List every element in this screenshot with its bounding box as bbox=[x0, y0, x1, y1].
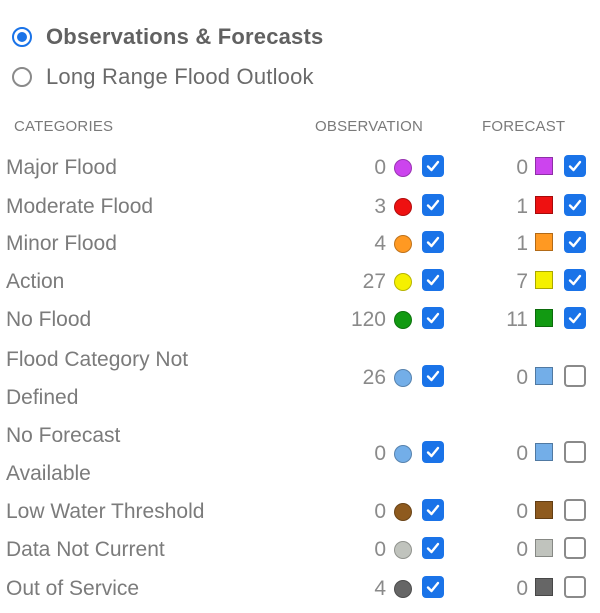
checkmark-icon bbox=[568, 274, 582, 286]
observation-marker-circle-icon bbox=[394, 541, 412, 559]
forecast-count: 0 bbox=[516, 442, 528, 465]
radio-label: Long Range Flood Outlook bbox=[46, 64, 314, 89]
observation-marker-circle-icon bbox=[394, 369, 412, 387]
observation-marker-circle-icon bbox=[394, 311, 412, 329]
observation-checkbox[interactable] bbox=[422, 499, 444, 521]
observation-count: 0 bbox=[374, 500, 386, 523]
checkmark-icon bbox=[426, 542, 440, 554]
forecast-checkbox[interactable] bbox=[564, 499, 586, 521]
radio-label: Observations & Forecasts bbox=[46, 24, 324, 49]
observation-count: 26 bbox=[362, 366, 386, 389]
forecast-count: 0 bbox=[516, 366, 528, 389]
observation-count: 120 bbox=[350, 308, 386, 331]
radio-long-range-flood-outlook[interactable]: Long Range Flood Outlook bbox=[12, 64, 314, 90]
category-label-line1: Flood Category Not bbox=[6, 348, 189, 371]
category-label-line1: No Forecast bbox=[6, 424, 121, 447]
checkmark-icon bbox=[426, 581, 440, 593]
observation-count: 0 bbox=[374, 538, 386, 561]
category-label: Out of Service bbox=[6, 577, 140, 600]
forecast-count: 0 bbox=[516, 577, 528, 600]
forecast-checkbox[interactable] bbox=[564, 537, 586, 559]
observation-marker-circle-icon bbox=[394, 273, 412, 291]
observation-count: 4 bbox=[374, 232, 386, 255]
forecast-checkbox[interactable] bbox=[564, 365, 586, 387]
header-observation: OBSERVATION bbox=[315, 118, 424, 135]
observation-checkbox[interactable] bbox=[422, 307, 444, 329]
category-label: No Flood bbox=[6, 308, 92, 331]
observation-marker-circle-icon bbox=[394, 235, 412, 253]
checkmark-icon bbox=[426, 312, 440, 324]
forecast-checkbox[interactable] bbox=[564, 269, 586, 291]
forecast-marker-square-icon bbox=[535, 578, 553, 596]
forecast-marker-square-icon bbox=[535, 367, 553, 385]
observation-count: 0 bbox=[374, 156, 386, 179]
checkmark-icon bbox=[426, 199, 440, 211]
forecast-count: 0 bbox=[516, 500, 528, 523]
category-label-line2: Available bbox=[6, 462, 91, 485]
observation-checkbox[interactable] bbox=[422, 194, 444, 216]
observation-marker-circle-icon bbox=[394, 580, 412, 598]
forecast-checkbox[interactable] bbox=[564, 307, 586, 329]
observation-marker-circle-icon bbox=[394, 445, 412, 463]
forecast-count: 7 bbox=[516, 270, 528, 293]
observation-count: 0 bbox=[374, 442, 386, 465]
category-label: Action bbox=[6, 270, 65, 293]
observation-marker-circle-icon bbox=[394, 503, 412, 521]
checkmark-icon bbox=[426, 370, 440, 382]
category-label: Moderate Flood bbox=[6, 195, 154, 218]
observation-checkbox[interactable] bbox=[422, 537, 444, 559]
observation-count: 4 bbox=[374, 577, 386, 600]
forecast-checkbox[interactable] bbox=[564, 194, 586, 216]
header-forecast: FORECAST bbox=[482, 118, 566, 135]
forecast-marker-square-icon bbox=[535, 539, 553, 557]
forecast-marker-square-icon bbox=[535, 196, 553, 214]
checkmark-icon bbox=[568, 236, 582, 248]
forecast-count: 11 bbox=[506, 308, 528, 331]
forecast-count: 1 bbox=[516, 232, 528, 255]
forecast-marker-square-icon bbox=[535, 309, 553, 327]
forecast-count: 0 bbox=[516, 538, 528, 561]
header-categories: CATEGORIES bbox=[14, 118, 114, 135]
checkmark-icon bbox=[426, 274, 440, 286]
forecast-marker-square-icon bbox=[535, 233, 553, 251]
observation-count: 27 bbox=[362, 270, 386, 293]
checkmark-icon bbox=[426, 446, 440, 458]
forecast-marker-square-icon bbox=[535, 501, 553, 519]
forecast-marker-square-icon bbox=[535, 443, 553, 461]
observation-checkbox[interactable] bbox=[422, 441, 444, 463]
forecast-checkbox[interactable] bbox=[564, 441, 586, 463]
forecast-count: 1 bbox=[516, 195, 528, 218]
observation-checkbox[interactable] bbox=[422, 365, 444, 387]
checkmark-icon bbox=[568, 160, 582, 172]
checkmark-icon bbox=[426, 160, 440, 172]
checkmark-icon bbox=[568, 199, 582, 211]
category-label-line2: Defined bbox=[6, 386, 79, 409]
observation-marker-circle-icon bbox=[394, 198, 412, 216]
observation-checkbox[interactable] bbox=[422, 155, 444, 177]
forecast-checkbox[interactable] bbox=[564, 576, 586, 598]
observation-count: 3 bbox=[374, 195, 386, 218]
observation-checkbox[interactable] bbox=[422, 269, 444, 291]
radio-selected-icon[interactable] bbox=[12, 27, 32, 47]
category-label: Major Flood bbox=[6, 156, 117, 179]
checkmark-icon bbox=[426, 236, 440, 248]
radio-unselected-icon[interactable] bbox=[12, 67, 32, 87]
checkmark-icon bbox=[426, 504, 440, 516]
checkmark-icon bbox=[568, 312, 582, 324]
radio-observations-forecasts[interactable]: Observations & Forecasts bbox=[12, 24, 323, 50]
observation-checkbox[interactable] bbox=[422, 576, 444, 598]
forecast-checkbox[interactable] bbox=[564, 231, 586, 253]
category-label: Minor Flood bbox=[6, 232, 117, 255]
forecast-checkbox[interactable] bbox=[564, 155, 586, 177]
observation-marker-circle-icon bbox=[394, 159, 412, 177]
forecast-marker-square-icon bbox=[535, 271, 553, 289]
category-label: Data Not Current bbox=[6, 538, 165, 561]
observation-checkbox[interactable] bbox=[422, 231, 444, 253]
forecast-marker-square-icon bbox=[535, 157, 553, 175]
forecast-count: 0 bbox=[516, 156, 528, 179]
category-label: Low Water Threshold bbox=[6, 500, 205, 523]
